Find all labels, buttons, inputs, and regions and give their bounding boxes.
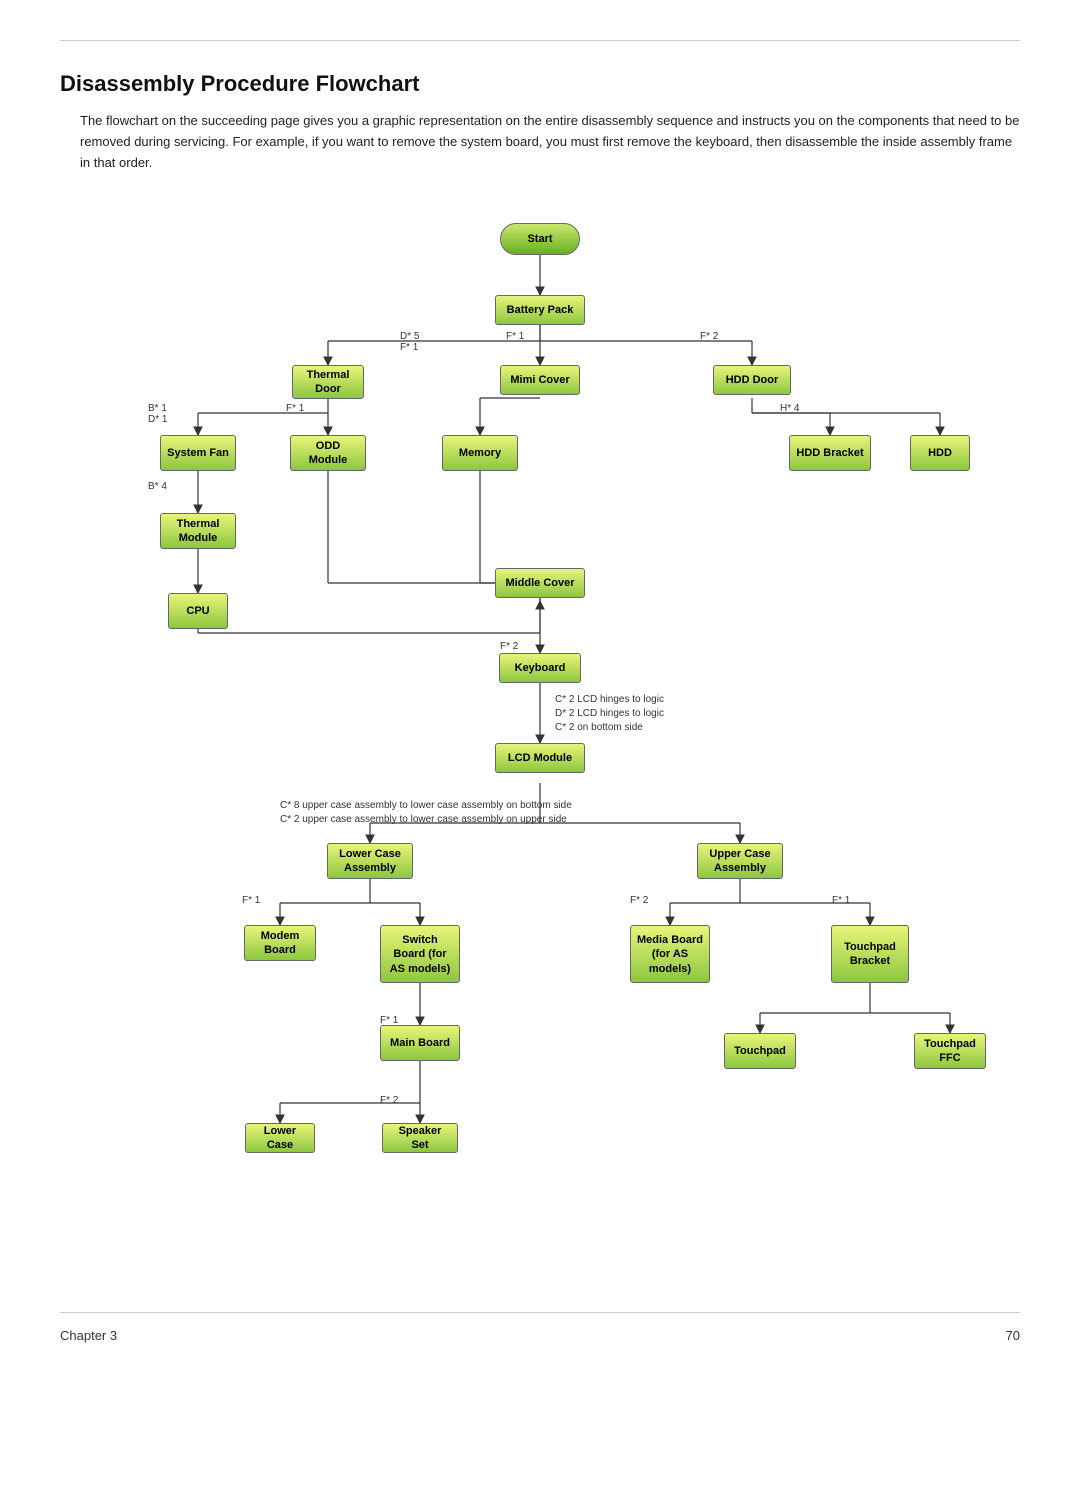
bottom-border xyxy=(60,1312,1020,1313)
node-lcd-module: LCD Module xyxy=(495,743,585,773)
label-h4: H* 4 xyxy=(780,403,799,414)
node-main-board: Main Board xyxy=(380,1025,460,1061)
top-border xyxy=(60,40,1020,41)
node-start: Start xyxy=(500,223,580,255)
node-thermal-module: Thermal Module xyxy=(160,513,236,549)
node-touchpad-bracket: Touchpad Bracket xyxy=(831,925,909,983)
label-f1-touchpad: F* 1 xyxy=(832,895,850,906)
label-b4: B* 4 xyxy=(148,481,167,492)
node-thermal-door: Thermal Door xyxy=(292,365,364,399)
label-f1-odd: F* 1 xyxy=(286,403,304,414)
node-middle-cover: Middle Cover xyxy=(495,568,585,598)
label-f1-center: F* 1 xyxy=(506,331,524,342)
label-d5f1: D* 5F* 1 xyxy=(400,331,419,353)
node-touchpad: Touchpad xyxy=(724,1033,796,1069)
footer-page: 70 xyxy=(1006,1328,1020,1343)
node-hdd-bracket: HDD Bracket xyxy=(789,435,871,471)
label-f2-speaker: F* 2 xyxy=(380,1095,398,1106)
label-lcd-notes: C* 2 LCD hinges to logicD* 2 LCD hinges … xyxy=(555,693,664,735)
label-assembly-notes: C* 8 upper case assembly to lower case a… xyxy=(280,799,572,827)
node-keyboard: Keyboard xyxy=(499,653,581,683)
footer: Chapter 3 70 xyxy=(60,1328,1020,1343)
node-touchpad-ffc: Touchpad FFC xyxy=(914,1033,986,1069)
page: Disassembly Procedure Flowchart The flow… xyxy=(0,0,1080,1363)
node-speaker-set: Speaker Set xyxy=(382,1123,458,1153)
node-lower-case-assembly: Lower Case Assembly xyxy=(327,843,413,879)
flowchart: D* 5F* 1 F* 1 F* 2 B* 1D* 1 F* 1 H* 4 B*… xyxy=(80,203,1000,1303)
node-upper-case-assembly: Upper Case Assembly xyxy=(697,843,783,879)
node-switch-board: Switch Board (for AS models) xyxy=(380,925,460,983)
node-hdd: HDD xyxy=(910,435,970,471)
label-f2-media: F* 2 xyxy=(630,895,648,906)
label-f2-right: F* 2 xyxy=(700,331,718,342)
label-f1-modem: F* 1 xyxy=(242,895,260,906)
intro-text: The flowchart on the succeeding page giv… xyxy=(60,111,1020,173)
label-b1d1: B* 1D* 1 xyxy=(148,403,167,425)
node-odd-module: ODD Module xyxy=(290,435,366,471)
node-battery-pack: Battery Pack xyxy=(495,295,585,325)
node-system-fan: System Fan xyxy=(160,435,236,471)
footer-chapter: Chapter 3 xyxy=(60,1328,117,1343)
node-lower-case: Lower Case xyxy=(245,1123,315,1153)
label-f2-keyboard: F* 2 xyxy=(500,641,518,652)
node-mimi-cover: Mimi Cover xyxy=(500,365,580,395)
page-title: Disassembly Procedure Flowchart xyxy=(60,71,1020,97)
node-modem-board: Modem Board xyxy=(244,925,316,961)
node-cpu: CPU xyxy=(168,593,228,629)
node-media-board: Media Board (for AS models) xyxy=(630,925,710,983)
node-memory: Memory xyxy=(442,435,518,471)
node-hdd-door: HDD Door xyxy=(713,365,791,395)
